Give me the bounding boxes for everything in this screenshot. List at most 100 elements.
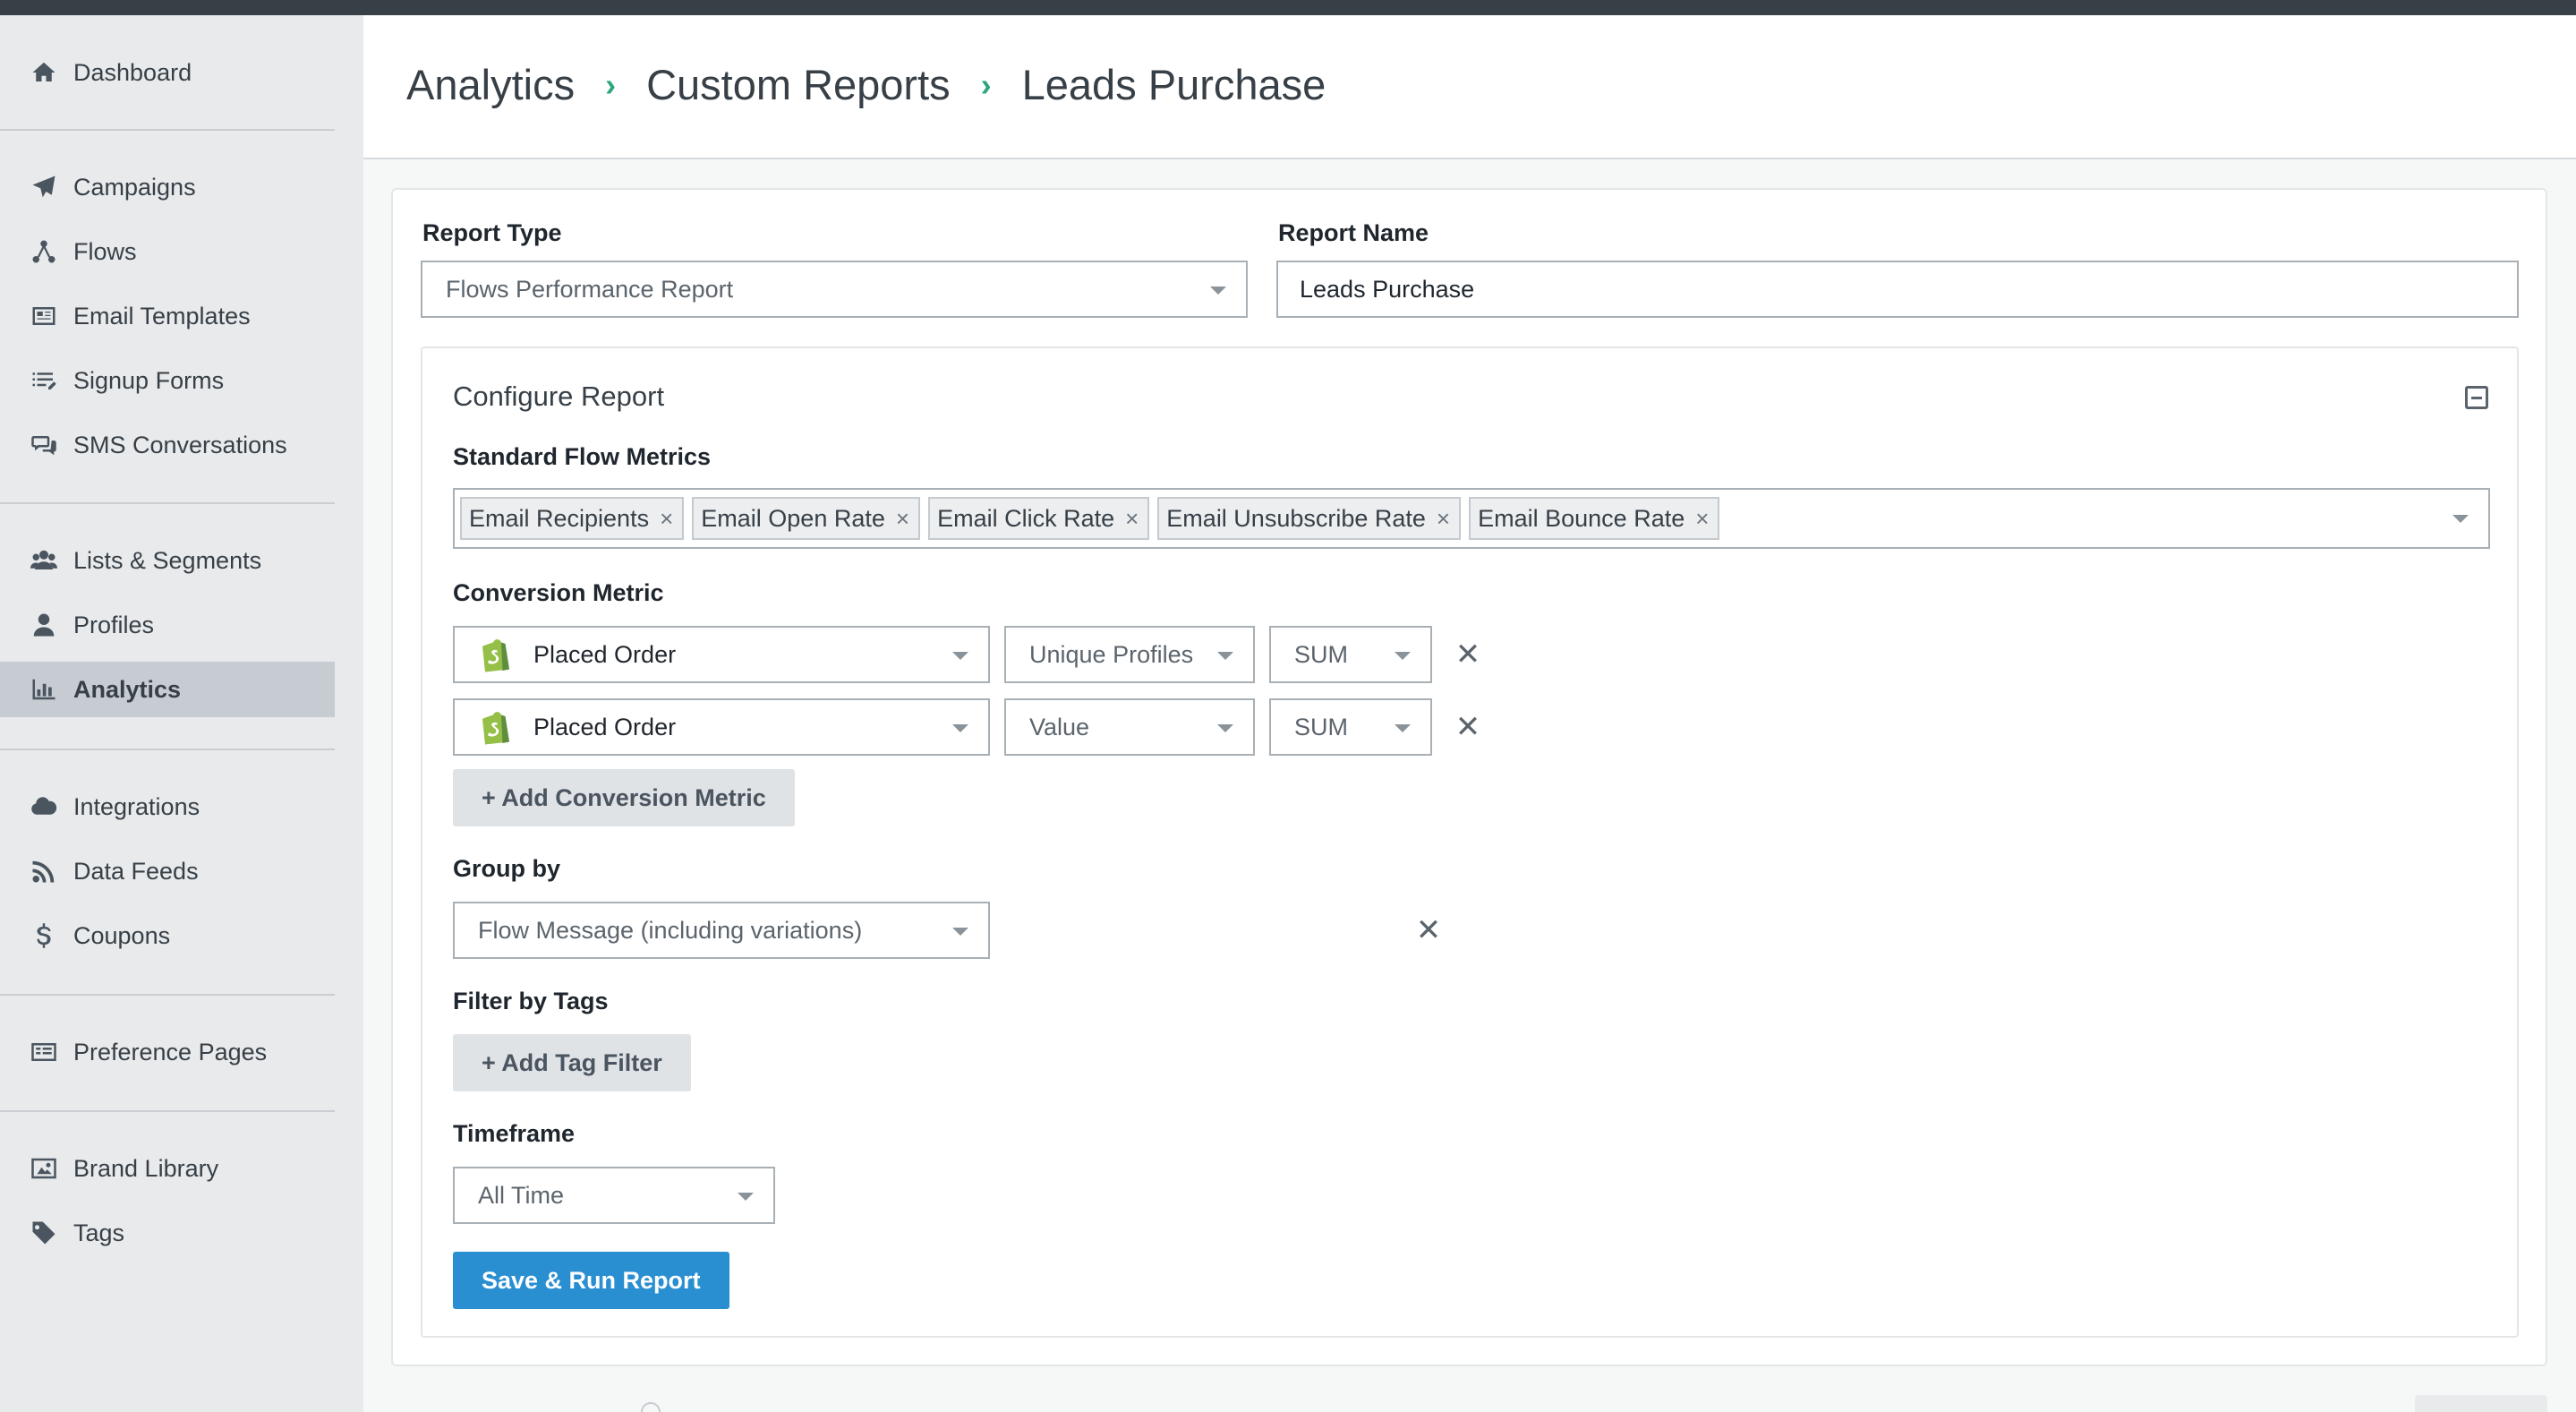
- conversion-measure-select[interactable]: Unique Profiles: [1004, 626, 1255, 683]
- group-by-select[interactable]: Flow Message (including variations): [453, 902, 990, 959]
- timeframe-label: Timeframe: [453, 1120, 576, 1147]
- email-template-icon: [27, 302, 61, 330]
- tag-icon: [27, 1219, 61, 1247]
- metric-tag-label: Email Open Rate: [701, 504, 885, 532]
- chevron-down-icon: [1395, 724, 1411, 732]
- conversion-metric-value: Placed Order: [533, 640, 677, 668]
- metric-tag-label: Email Recipients: [469, 504, 650, 532]
- metric-tag-label: Email Unsubscribe Rate: [1166, 504, 1426, 532]
- timeframe-select[interactable]: All Time: [453, 1167, 775, 1224]
- save-run-report-button[interactable]: Save & Run Report: [453, 1252, 729, 1309]
- sidebar-item-label: Integrations: [73, 792, 200, 820]
- shopify-icon: [478, 635, 514, 674]
- metric-tag: Email Click Rate ×: [928, 497, 1150, 540]
- image-icon: [27, 1154, 61, 1183]
- remove-tag-icon[interactable]: ×: [1125, 505, 1139, 533]
- breadcrumb-separator: ›: [605, 65, 617, 103]
- sidebar-item-data-feeds[interactable]: Data Feeds: [0, 843, 335, 899]
- chevron-down-icon: [1217, 652, 1233, 660]
- chevron-down-icon: [952, 928, 968, 936]
- conversion-metric-select[interactable]: Placed Order: [453, 626, 990, 683]
- remove-tag-icon[interactable]: ×: [1695, 505, 1709, 533]
- sidebar-item-analytics[interactable]: Analytics: [0, 662, 335, 717]
- metric-tag-label: Email Bounce Rate: [1478, 504, 1685, 532]
- sidebar-item-label: Dashboard: [73, 58, 192, 86]
- preference-page-icon: [27, 1038, 61, 1066]
- chevron-down-icon[interactable]: [2452, 515, 2469, 523]
- sidebar-item-brand-library[interactable]: Brand Library: [0, 1141, 335, 1196]
- sidebar-item-label: SMS Conversations: [73, 431, 287, 458]
- sidebar-divider: [0, 1110, 335, 1112]
- sidebar-item-sms-conversations[interactable]: SMS Conversations: [0, 417, 335, 473]
- top-bar: [0, 0, 2576, 15]
- metric-tag: Email Recipients ×: [460, 497, 685, 540]
- report-type-select[interactable]: Flows Performance Report: [421, 261, 1248, 318]
- collapse-icon[interactable]: [2465, 386, 2488, 409]
- conversion-measure-select[interactable]: Value: [1004, 698, 1255, 756]
- paper-plane-icon: [27, 173, 61, 201]
- user-icon: [27, 611, 61, 639]
- filter-by-tags-label: Filter by Tags: [453, 988, 609, 1014]
- remove-conversion-icon[interactable]: ✕: [1452, 710, 1484, 744]
- metric-tag-label: Email Click Rate: [937, 504, 1115, 532]
- add-conversion-metric-button[interactable]: + Add Conversion Metric: [453, 769, 795, 826]
- remove-tag-icon[interactable]: ×: [660, 505, 673, 533]
- remove-group-by-icon[interactable]: ✕: [1412, 913, 1445, 947]
- chevron-down-icon: [952, 724, 968, 732]
- sidebar-item-label: Preference Pages: [73, 1038, 268, 1065]
- standard-metrics-multiselect[interactable]: Email Recipients × Email Open Rate × Email…: [453, 488, 2490, 549]
- sidebar-item-label: Data Feeds: [73, 857, 199, 885]
- sidebar-item-email-templates[interactable]: Email Templates: [0, 288, 335, 344]
- sidebar-item-coupons[interactable]: Coupons: [0, 908, 335, 963]
- conversion-metric-label: Conversion Metric: [453, 579, 664, 606]
- add-tag-filter-button[interactable]: + Add Tag Filter: [453, 1034, 691, 1091]
- dollar-icon: [27, 921, 61, 950]
- breadcrumb: Analytics › Custom Reports › Leads Purch…: [406, 60, 1326, 109]
- sidebar-item-tags[interactable]: Tags: [0, 1205, 335, 1261]
- conversion-aggregate-select[interactable]: SUM: [1269, 698, 1432, 756]
- conversion-aggregate-value: SUM: [1294, 640, 1348, 668]
- breadcrumb-custom-reports[interactable]: Custom Reports: [646, 60, 951, 109]
- breadcrumb-analytics[interactable]: Analytics: [406, 60, 575, 109]
- configure-report-title: Configure Report: [453, 381, 665, 412]
- report-type-label: Report Type: [422, 219, 562, 246]
- chat-icon: [27, 431, 61, 459]
- bar-chart-icon: [27, 675, 61, 704]
- report-name-label: Report Name: [1278, 219, 1429, 246]
- sidebar-item-profiles[interactable]: Profiles: [0, 597, 335, 653]
- sidebar-divider: [0, 129, 335, 131]
- standard-flow-metrics-label: Standard Flow Metrics: [453, 443, 712, 470]
- page-title: Leads Purchase: [1021, 61, 1326, 108]
- conversion-metric-select[interactable]: Placed Order: [453, 698, 990, 756]
- partial-button[interactable]: [2415, 1395, 2547, 1412]
- sidebar-item-integrations[interactable]: Integrations: [0, 779, 335, 834]
- breadcrumb-separator: ›: [980, 65, 992, 103]
- sidebar-item-signup-forms[interactable]: Signup Forms: [0, 353, 335, 408]
- report-name-input[interactable]: Leads Purchase: [1276, 261, 2519, 318]
- conversion-aggregate-value: SUM: [1294, 713, 1348, 740]
- chevron-down-icon: [952, 652, 968, 660]
- sidebar-item-lists-segments[interactable]: Lists & Segments: [0, 533, 335, 588]
- configure-report-panel: Configure Report Standard Flow Metrics E…: [421, 347, 2519, 1338]
- users-icon: [27, 546, 61, 575]
- sidebar-item-label: Lists & Segments: [73, 546, 262, 574]
- remove-tag-icon[interactable]: ×: [1437, 505, 1450, 533]
- report-type-value: Flows Performance Report: [446, 275, 734, 303]
- conversion-metric-value: Placed Order: [533, 713, 677, 740]
- home-icon: [27, 58, 61, 87]
- cloud-icon: [27, 792, 61, 821]
- sidebar-divider: [0, 502, 335, 504]
- sidebar-item-label: Profiles: [73, 611, 155, 638]
- sidebar-item-flows[interactable]: Flows: [0, 224, 335, 279]
- conversion-aggregate-select[interactable]: SUM: [1269, 626, 1432, 683]
- chevron-down-icon: [1210, 287, 1226, 295]
- sidebar-item-label: Analytics: [73, 675, 182, 703]
- sidebar-item-dashboard[interactable]: Dashboard: [0, 45, 335, 100]
- sidebar-item-campaigns[interactable]: Campaigns: [0, 159, 335, 215]
- remove-tag-icon[interactable]: ×: [896, 505, 909, 533]
- shopify-icon: [478, 707, 514, 747]
- chevron-down-icon: [1217, 724, 1233, 732]
- sidebar-item-preference-pages[interactable]: Preference Pages: [0, 1024, 335, 1080]
- metric-tag: Email Bounce Rate ×: [1469, 497, 1720, 540]
- remove-conversion-icon[interactable]: ✕: [1452, 638, 1484, 672]
